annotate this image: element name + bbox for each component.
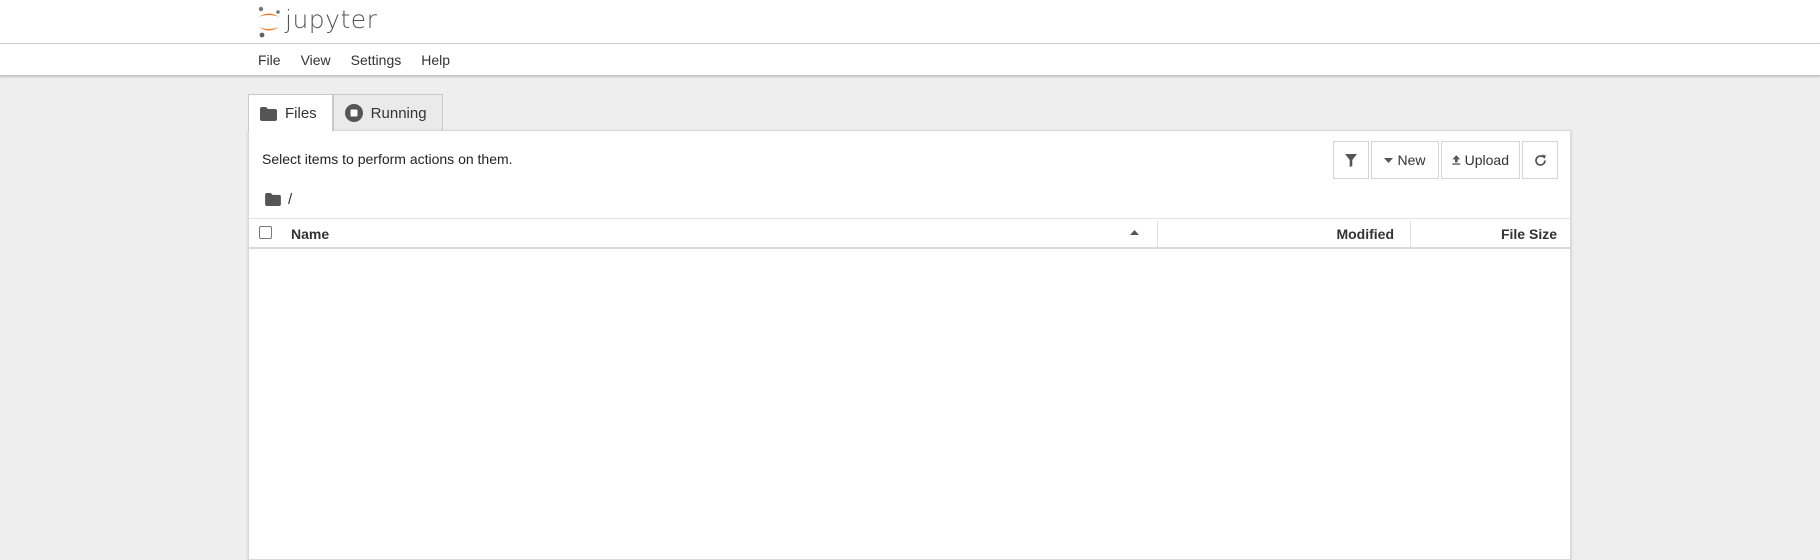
logo-text: jupyter	[285, 4, 378, 34]
menu-view[interactable]: View	[291, 44, 341, 76]
menu-bar: File View Settings Help	[0, 44, 1820, 76]
file-list-header: Name Modified File Size	[249, 218, 1570, 249]
breadcrumb: /	[265, 191, 292, 208]
upload-button-label: Upload	[1464, 152, 1509, 168]
running-icon	[344, 104, 363, 122]
refresh-icon	[1534, 154, 1546, 166]
select-all-checkbox[interactable]	[259, 226, 272, 239]
tab-files-label: Files	[285, 105, 317, 122]
column-file-size[interactable]: File Size	[1501, 219, 1557, 249]
column-divider[interactable]	[1410, 221, 1411, 247]
sort-ascending-icon[interactable]	[1130, 230, 1139, 235]
new-button[interactable]: New	[1371, 141, 1439, 179]
column-divider[interactable]	[1157, 221, 1158, 247]
breadcrumb-path[interactable]: /	[288, 191, 292, 208]
upload-button[interactable]: Upload	[1441, 141, 1520, 179]
jupyter-logo[interactable]: jupyter	[256, 4, 377, 40]
jupyter-logo-icon	[258, 6, 280, 38]
tab-running[interactable]: Running	[332, 94, 443, 131]
caret-down-icon	[1384, 157, 1394, 163]
filter-button[interactable]	[1333, 141, 1369, 179]
file-browser-panel: Select items to perform actions on them.…	[248, 130, 1571, 560]
upload-icon	[1452, 155, 1461, 165]
menu-settings[interactable]: Settings	[341, 44, 412, 76]
column-modified[interactable]: Modified	[1336, 219, 1394, 249]
file-toolbar: New Upload	[1333, 141, 1558, 179]
tab-running-label: Running	[370, 104, 427, 122]
filter-icon	[1345, 153, 1357, 167]
menu-help[interactable]: Help	[411, 44, 460, 76]
folder-icon[interactable]	[265, 193, 281, 206]
folder-icon	[260, 106, 277, 121]
tab-files[interactable]: Files	[248, 94, 333, 132]
refresh-button[interactable]	[1522, 141, 1558, 179]
column-name[interactable]: Name	[291, 219, 329, 249]
selection-hint: Select items to perform actions on them.	[262, 151, 513, 167]
tab-bar: Files Running	[248, 94, 443, 132]
new-button-label: New	[1397, 152, 1426, 168]
menu-file[interactable]: File	[248, 44, 291, 76]
top-bar: jupyter	[0, 0, 1820, 44]
